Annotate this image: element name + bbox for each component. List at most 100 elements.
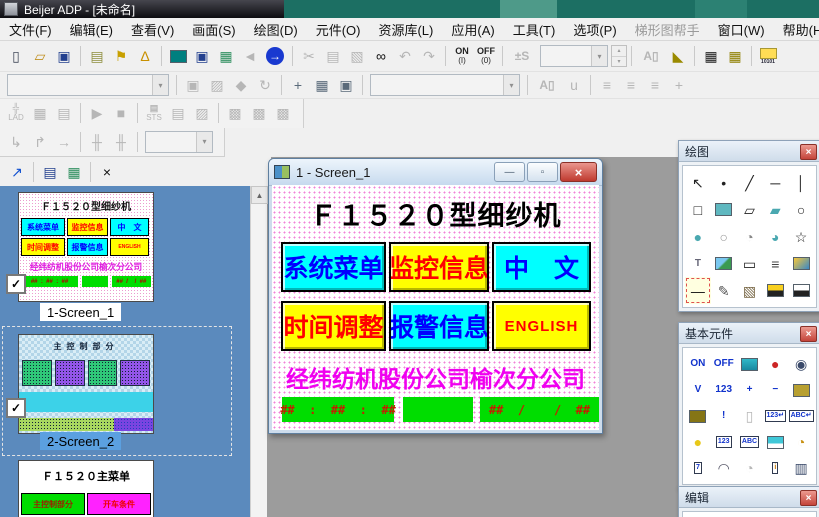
menu-item-11[interactable]: 窗口(W) — [709, 18, 774, 40]
redo-button[interactable]: ↷ — [417, 44, 441, 68]
voltage-element[interactable]: V — [685, 377, 711, 403]
screen1-label[interactable]: 1-Screen_1 — [40, 303, 121, 321]
pushbutton-element[interactable]: ● — [762, 351, 788, 377]
menu-item-3[interactable]: 画面(S) — [183, 18, 244, 40]
line-tool[interactable]: ╱ — [737, 169, 763, 196]
time-display[interactable]: ## : ## : ## — [282, 397, 394, 422]
select-tool[interactable]: ↖ — [685, 169, 711, 196]
crosshair-button[interactable]: + — [667, 73, 691, 97]
object-library-button[interactable]: ▨ — [205, 73, 229, 97]
pin-panel-button[interactable]: ↗ — [5, 160, 29, 184]
pie-tool[interactable]: ◔ — [737, 223, 763, 250]
run-button[interactable]: ▶ — [85, 101, 109, 125]
thumbnail-view-button[interactable]: ▦ — [62, 160, 86, 184]
scrollbar-up-button[interactable]: ▲ — [251, 186, 268, 204]
menu-item-0[interactable]: 文件(F) — [0, 18, 61, 40]
lamp-element[interactable]: ● — [685, 429, 711, 455]
menu-item-1[interactable]: 编辑(E) — [61, 18, 122, 40]
monitor-info-button[interactable]: 监控信息 — [389, 242, 489, 292]
insert-text-button[interactable]: A▯ — [532, 73, 562, 97]
state-combobox[interactable]: ▾ — [540, 45, 608, 67]
tag-table-button[interactable]: ⚑ — [109, 44, 133, 68]
pen-attr-tool[interactable]: ✎ — [711, 277, 737, 304]
branch-right-button[interactable]: → — [52, 130, 76, 154]
new-project-button[interactable]: ▯ — [4, 44, 28, 68]
branch-down-button[interactable]: ↳ — [4, 130, 28, 154]
brush-attr-tool[interactable]: ▧ — [737, 277, 763, 304]
rung-combobox[interactable]: ▾ — [145, 131, 213, 153]
previous-screen-button[interactable]: ◄ — [238, 44, 262, 68]
contact-button[interactable]: ╫ — [85, 130, 109, 154]
system-menu-button[interactable]: 系统菜单 — [281, 242, 386, 292]
scale-tool[interactable]: ≡ — [762, 250, 788, 277]
menu-item-2[interactable]: 查看(V) — [122, 18, 183, 40]
stop-button[interactable]: ■ — [109, 101, 133, 125]
alarm-info-button[interactable]: 报警信息 — [389, 301, 489, 351]
report-element[interactable]: ▯ — [737, 403, 763, 429]
list-view-button[interactable]: ▤ — [38, 160, 62, 184]
close-icon[interactable]: × — [800, 490, 817, 506]
alarm-setup-button[interactable]: Δ — [133, 44, 157, 68]
page-copy-button[interactable]: ▤ — [166, 101, 190, 125]
undo-button[interactable]: ↶ — [393, 44, 417, 68]
contact-not-button[interactable]: ╫ — [109, 130, 133, 154]
company-text[interactable]: 经纬纺机股份公司榆次分公司 — [272, 360, 599, 394]
ladder-monitor-button[interactable]: ▦ — [28, 101, 52, 125]
numeric-display-element[interactable]: 123 — [711, 429, 737, 455]
screen-overview-button[interactable]: ▦ — [214, 44, 238, 68]
group-button[interactable]: ◆ — [229, 73, 253, 97]
status-button[interactable]: ▤STS — [142, 101, 166, 125]
fg-color-tool[interactable] — [762, 277, 788, 304]
frame-grid-button[interactable]: ▦ — [310, 73, 334, 97]
save-object-button[interactable]: ▣ — [181, 73, 205, 97]
rotate-button[interactable]: ↻ — [253, 73, 277, 97]
image-tool[interactable] — [711, 250, 737, 277]
set-on-button[interactable]: ON(I) — [450, 44, 474, 68]
status-display[interactable] — [403, 397, 473, 422]
toggle-switch-element[interactable] — [737, 351, 763, 377]
application-setup-button[interactable]: ▤ — [85, 44, 109, 68]
ascii-entry-element[interactable]: ABC↵ — [788, 403, 814, 429]
numeric-entry-element[interactable]: 123↵ — [762, 403, 788, 429]
bar-element[interactable] — [762, 429, 788, 455]
filled-rect-tool[interactable] — [711, 196, 737, 223]
circle-tool[interactable]: ○ — [788, 196, 814, 223]
numeric-set-element[interactable]: 123 — [711, 377, 737, 403]
menu-item-7[interactable]: 应用(A) — [442, 18, 503, 40]
branch-up-button[interactable]: ↱ — [28, 130, 52, 154]
increment-element[interactable]: + — [737, 377, 763, 403]
state-spinner[interactable]: ▴▾ — [611, 45, 627, 67]
bg-color-tool[interactable] — [788, 277, 814, 304]
find-button[interactable]: ∞ — [369, 44, 393, 68]
chinese-button[interactable]: 中 文 — [492, 242, 591, 292]
meter-element[interactable]: ▥ — [788, 455, 814, 481]
english-button[interactable]: ENGLISH — [492, 301, 591, 351]
date-display[interactable]: ## / / ## — [480, 397, 599, 422]
object-3d-tool[interactable] — [788, 250, 814, 277]
text-tool[interactable]: T — [685, 250, 711, 277]
center-object-button[interactable]: + — [286, 73, 310, 97]
screen-edit-button[interactable]: ▨ — [190, 101, 214, 125]
vline-tool[interactable]: │ — [788, 169, 814, 196]
fit-size-button[interactable]: ▣ — [334, 73, 358, 97]
new-screen-button[interactable] — [166, 44, 190, 68]
restore-button[interactable]: ▫ — [527, 162, 558, 182]
parallelogram-tool[interactable]: ▱ — [737, 196, 763, 223]
align-left-button[interactable]: ≡ — [595, 73, 619, 97]
gauge-element[interactable]: ◠ — [711, 455, 737, 481]
arc-tool[interactable]: ○ — [711, 223, 737, 250]
menu-item-4[interactable]: 绘图(D) — [245, 18, 307, 40]
cut-button[interactable]: ✂ — [297, 44, 321, 68]
screen-thumbnail-2[interactable]: 主控制部分 — [18, 334, 154, 434]
font-size-combobox[interactable]: ▾ — [370, 74, 520, 96]
toggle-state-button[interactable]: ±S — [507, 44, 537, 68]
rect-tool[interactable]: □ — [685, 196, 711, 223]
close-icon[interactable]: × — [800, 144, 817, 160]
filled-ellipse-tool[interactable]: ● — [685, 223, 711, 250]
basic-panel-titlebar[interactable]: 基本元件 × — [679, 323, 819, 344]
knob-element[interactable]: ◉ — [788, 351, 814, 377]
align-center-button[interactable]: ≡ — [619, 73, 643, 97]
snap-grid-button[interactable]: ▦ — [723, 44, 747, 68]
copy-button[interactable]: ▤ — [321, 44, 345, 68]
close-window-button[interactable]: × — [560, 162, 597, 182]
